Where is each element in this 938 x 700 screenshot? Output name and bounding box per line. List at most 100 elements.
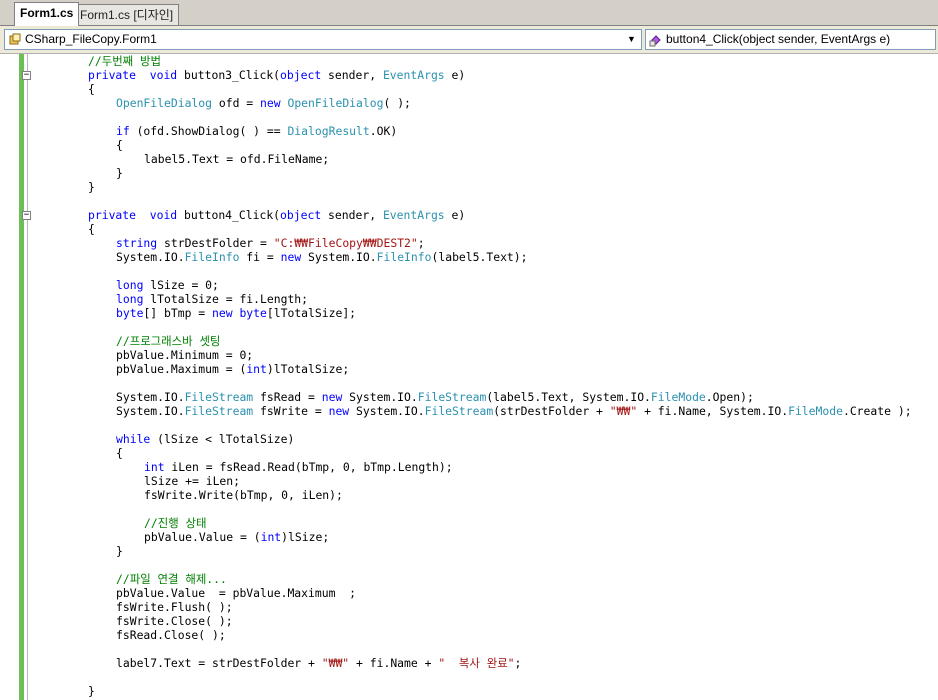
- code-line[interactable]: fsWrite.Flush( );: [116, 600, 233, 614]
- code-line[interactable]: private void button4_Click(object sender…: [88, 208, 465, 222]
- code-token: ;: [514, 656, 522, 670]
- code-token: )lSize;: [281, 530, 330, 544]
- code-line[interactable]: pbValue.Value = (int)lSize;: [144, 530, 329, 544]
- code-token: pbValue.Value = pbValue.Maximum ;: [116, 586, 357, 600]
- code-token: .OK): [369, 124, 398, 138]
- code-token: "₩₩": [321, 656, 350, 670]
- tab-form1-cs[interactable]: Form1.cs: [14, 2, 80, 26]
- code-token: void: [149, 68, 178, 82]
- code-token: System.IO.: [301, 250, 377, 264]
- code-token: byte: [232, 306, 267, 320]
- code-token: System.IO.: [349, 404, 425, 418]
- code-line[interactable]: {: [116, 446, 123, 460]
- member-dropdown[interactable]: button4_Click(object sender, EventArgs e…: [645, 29, 936, 50]
- code-line[interactable]: System.IO.FileStream fsWrite = new Syste…: [116, 404, 912, 418]
- code-token: iLen = fsRead.Read(bTmp, 0, bTmp.Length)…: [164, 460, 453, 474]
- code-token: + fi.Name, System.IO.: [637, 404, 789, 418]
- code-token: string: [116, 236, 158, 250]
- code-token: {: [88, 222, 95, 236]
- code-line[interactable]: fsRead.Close( );: [116, 628, 226, 642]
- code-token: new: [212, 306, 233, 320]
- code-line[interactable]: }: [88, 180, 95, 194]
- code-token: sender,: [321, 208, 383, 222]
- code-line[interactable]: if (ofd.ShowDialog( ) == DialogResult.OK…: [116, 124, 397, 138]
- code-token: (label5.Text, System.IO.: [486, 390, 651, 404]
- navigation-bar: CSharp_FileCopy.Form1 ▼ button4_Click(ob…: [0, 26, 938, 54]
- code-line[interactable]: {: [88, 82, 95, 96]
- code-token: " 복사 완료": [438, 656, 515, 670]
- code-token: sender,: [321, 68, 383, 82]
- code-token: byte: [116, 306, 144, 320]
- code-area[interactable]: //두번째 방법 private void button3_Click(objec…: [0, 54, 938, 700]
- collapse-region-icon[interactable]: −: [22, 211, 31, 220]
- code-token: fsWrite.Flush( );: [116, 600, 233, 614]
- code-token: fsWrite.Write(bTmp, 0, iLen);: [144, 488, 343, 502]
- code-line[interactable]: //프로그래스바 셋팅: [116, 334, 220, 348]
- collapse-region-icon[interactable]: −: [22, 71, 31, 80]
- class-dropdown[interactable]: CSharp_FileCopy.Form1 ▼: [4, 29, 642, 50]
- code-token: long: [116, 278, 144, 292]
- code-line[interactable]: byte[] bTmp = new byte[lTotalSize];: [116, 306, 356, 320]
- code-token: ( );: [383, 96, 411, 110]
- code-line[interactable]: //진행 상태: [144, 516, 207, 530]
- code-token: (lSize < lTotalSize): [150, 432, 295, 446]
- code-token: .Open);: [705, 390, 754, 404]
- code-token: System.IO.: [342, 390, 418, 404]
- class-icon: [9, 33, 21, 45]
- code-token: new: [280, 250, 302, 264]
- code-line[interactable]: pbValue.Minimum = 0;: [116, 348, 253, 362]
- code-token: FileInfo: [184, 250, 240, 264]
- code-line[interactable]: int iLen = fsRead.Read(bTmp, 0, bTmp.Len…: [144, 460, 453, 474]
- code-line[interactable]: fsWrite.Close( );: [116, 614, 233, 628]
- code-line[interactable]: }: [116, 544, 123, 558]
- code-token: label5.Text = ofd.FileName;: [144, 152, 330, 166]
- code-token: button4_Click(: [177, 208, 281, 222]
- code-token: FileStream: [184, 390, 254, 404]
- code-token: (ofd.ShowDialog( ) ==: [129, 124, 288, 138]
- code-line[interactable]: pbValue.Value = pbValue.Maximum ;: [116, 586, 356, 600]
- code-token: [] bTmp =: [143, 306, 213, 320]
- chevron-down-icon[interactable]: ▼: [624, 31, 639, 48]
- code-line[interactable]: label7.Text = strDestFolder + "₩₩" + fi.…: [116, 656, 521, 670]
- code-line[interactable]: pbValue.Maximum = (int)lTotalSize;: [116, 362, 349, 376]
- code-line[interactable]: lSize += iLen;: [144, 474, 240, 488]
- code-line[interactable]: {: [116, 138, 123, 152]
- code-line[interactable]: //파일 연결 해제...: [116, 572, 227, 586]
- code-token: .Create );: [842, 404, 912, 418]
- code-token: {: [116, 138, 123, 152]
- code-line[interactable]: fsWrite.Write(bTmp, 0, iLen);: [144, 488, 343, 502]
- code-line[interactable]: OpenFileDialog ofd = new OpenFileDialog(…: [116, 96, 411, 110]
- code-line[interactable]: string strDestFolder = "C:₩₩FileCopy₩₩DE…: [116, 236, 425, 250]
- code-token: pbValue.Value = (: [144, 530, 261, 544]
- code-token: pbValue.Minimum = 0;: [116, 348, 254, 362]
- code-token: EventArgs: [382, 208, 445, 222]
- code-line[interactable]: System.IO.FileInfo fi = new System.IO.Fi…: [116, 250, 528, 264]
- code-line[interactable]: }: [116, 166, 123, 180]
- code-editor[interactable]: //두번째 방법 private void button3_Click(objec…: [0, 54, 938, 700]
- code-token: label7.Text = strDestFolder +: [116, 656, 322, 670]
- code-line[interactable]: {: [88, 222, 95, 236]
- document-tab-strip: Form1.cs Form1.cs [디자인]: [0, 0, 938, 26]
- code-line[interactable]: while (lSize < lTotalSize): [116, 432, 294, 446]
- code-token: }: [116, 544, 123, 558]
- member-dropdown-value: button4_Click(object sender, EventArgs e…: [666, 32, 891, 46]
- code-line[interactable]: //두번째 방법: [88, 54, 161, 68]
- code-token: e): [444, 208, 466, 222]
- code-token: EventArgs: [382, 68, 445, 82]
- code-line[interactable]: private void button3_Click(object sender…: [88, 68, 465, 82]
- code-line[interactable]: long lTotalSize = fi.Length;: [116, 292, 308, 306]
- code-token: long: [116, 292, 144, 306]
- code-line[interactable]: long lSize = 0;: [116, 278, 219, 292]
- code-token: FileStream: [417, 390, 487, 404]
- code-line[interactable]: label5.Text = ofd.FileName;: [144, 152, 329, 166]
- tab-form1-designer[interactable]: Form1.cs [디자인]: [74, 4, 180, 25]
- code-line[interactable]: }: [88, 684, 95, 698]
- code-line[interactable]: System.IO.FileStream fsRead = new System…: [116, 390, 754, 404]
- code-token: FileStream: [424, 404, 494, 418]
- code-token: (strDestFolder +: [493, 404, 610, 418]
- code-token: lTotalSize = fi.Length;: [143, 292, 309, 306]
- code-token: new: [260, 96, 281, 110]
- code-token: lSize = 0;: [143, 278, 219, 292]
- code-token: (label5.Text);: [431, 250, 528, 264]
